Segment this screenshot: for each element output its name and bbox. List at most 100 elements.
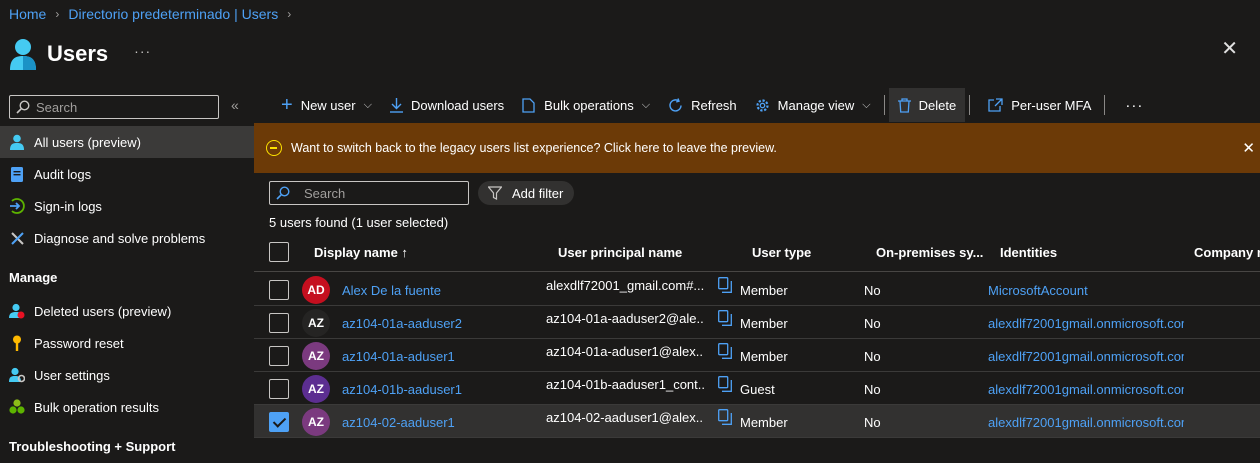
user-principal-name: az104-01b-aaduser1_cont...: [546, 377, 704, 392]
delete-button[interactable]: Delete: [888, 88, 966, 122]
per-user-mfa-button[interactable]: Per-user MFA: [974, 88, 1100, 122]
close-icon[interactable]: ✕: [1242, 139, 1255, 157]
gear-icon: [755, 98, 770, 113]
table-header: Display name ↑ User principal name User …: [254, 236, 1260, 272]
sidebar-item-label: Deleted users (preview): [34, 303, 172, 319]
sidebar-item-deleted-users[interactable]: Deleted users (preview): [0, 295, 254, 327]
select-all-checkbox[interactable]: [269, 242, 289, 262]
copy-icon[interactable]: [718, 343, 732, 359]
copy-icon[interactable]: [718, 376, 732, 392]
row-checkbox[interactable]: [269, 412, 289, 432]
search-icon: [276, 186, 290, 200]
sidebar-item-diagnose[interactable]: Diagnose and solve problems: [0, 222, 254, 254]
refresh-label: Refresh: [691, 97, 737, 113]
user-settings-icon: [9, 367, 25, 383]
table-row[interactable]: AZ az104-01a-aduser1 az104-01a-aduser1@ale…: [254, 339, 1260, 372]
more-commands-button[interactable]: ···: [1109, 88, 1152, 122]
new-user-button[interactable]: + New user ⌵: [254, 88, 381, 122]
breadcrumb-home[interactable]: Home: [9, 6, 46, 22]
avatar: AZ: [302, 408, 330, 436]
column-on-premises-sync[interactable]: On-premises sy...: [876, 245, 983, 260]
on-premises-sync: No: [864, 415, 881, 430]
row-checkbox[interactable]: [269, 379, 289, 399]
sidebar-item-label: All users (preview): [34, 134, 141, 150]
more-options-button[interactable]: ···: [134, 43, 151, 59]
avatar: AD: [302, 276, 330, 304]
sidebar-search[interactable]: [9, 95, 219, 119]
sidebar-item-label: Audit logs: [34, 166, 92, 182]
identities-link[interactable]: MicrosoftAccount: [988, 283, 1184, 298]
collapse-sidebar-icon[interactable]: «: [231, 97, 239, 113]
user-principal-name: alexdlf72001_gmail.com#...: [546, 278, 704, 293]
identities-link[interactable]: alexdlf72001gmail.onmicrosoft.com: [988, 382, 1184, 397]
sidebar-item-user-settings[interactable]: User settings: [0, 359, 254, 391]
users-search-input[interactable]: [304, 185, 464, 201]
warning-icon: [266, 140, 282, 156]
external-link-icon: [988, 98, 1003, 112]
per-user-mfa-label: Per-user MFA: [1011, 97, 1092, 113]
sidebar-item-audit-logs[interactable]: Audit logs: [0, 158, 254, 190]
identities-link[interactable]: alexdlf72001gmail.onmicrosoft.com: [988, 415, 1184, 430]
bulk-operations-button[interactable]: Bulk operations ⌵: [513, 88, 659, 122]
identities-link[interactable]: alexdlf72001gmail.onmicrosoft.com: [988, 316, 1184, 331]
avatar: AZ: [302, 342, 330, 370]
column-identities[interactable]: Identities: [1000, 245, 1057, 260]
trash-icon: [897, 97, 911, 113]
copy-icon[interactable]: [718, 277, 732, 293]
display-name-link[interactable]: az104-02-aaduser1: [342, 415, 455, 430]
banner-text[interactable]: Want to switch back to the legacy users …: [291, 141, 777, 155]
table-row[interactable]: AZ az104-02-aaduser1 az104-02-aaduser1@ale…: [254, 405, 1260, 438]
table-row[interactable]: AZ az104-01a-aaduser2 az104-01a-aaduser2@a…: [254, 306, 1260, 339]
copy-icon[interactable]: [718, 310, 732, 326]
sidebar-item-label: User settings: [34, 367, 110, 383]
sign-in-icon: [9, 198, 25, 214]
table-row[interactable]: AZ az104-01b-aaduser1 az104-01b-aaduser1_c…: [254, 372, 1260, 405]
sidebar-item-bulk-results[interactable]: Bulk operation results: [0, 391, 254, 423]
row-checkbox[interactable]: [269, 346, 289, 366]
column-display-name[interactable]: Display name ↑: [314, 245, 408, 260]
sidebar-item-all-users[interactable]: All users (preview): [0, 126, 254, 158]
bulk-results-icon: [9, 399, 25, 415]
manage-heading: Manage: [9, 270, 58, 285]
row-checkbox[interactable]: [269, 280, 289, 300]
audit-log-icon: [9, 166, 25, 182]
identities-link[interactable]: alexdlf72001gmail.onmicrosoft.com: [988, 349, 1184, 364]
users-search[interactable]: [269, 181, 469, 205]
download-users-label: Download users: [410, 97, 505, 113]
row-checkbox[interactable]: [269, 313, 289, 333]
user-icon: [9, 134, 25, 150]
sidebar-item-password-reset[interactable]: Password reset: [0, 327, 254, 359]
bulk-operations-label: Bulk operations: [544, 97, 634, 113]
add-filter-button[interactable]: Add filter: [478, 181, 574, 205]
toolbar-divider: [969, 95, 971, 115]
user-type: Member: [740, 349, 788, 364]
sidebar-item-sign-in-logs[interactable]: Sign-in logs: [0, 190, 254, 222]
bulk-operations-icon: [522, 97, 536, 113]
column-user-type[interactable]: User type: [752, 245, 811, 260]
refresh-button[interactable]: Refresh: [659, 88, 746, 122]
display-name-link[interactable]: az104-01a-aduser1: [342, 349, 455, 364]
close-icon[interactable]: ✕: [1221, 36, 1238, 61]
sidebar-item-label: Diagnose and solve problems: [34, 230, 206, 246]
table-row[interactable]: AD Alex De la fuente alexdlf72001_gmail.co…: [254, 273, 1260, 306]
breadcrumb-directory[interactable]: Directorio predeterminado | Users: [68, 6, 278, 22]
key-icon: [9, 335, 25, 351]
preview-banner[interactable]: Want to switch back to the legacy users …: [254, 123, 1260, 173]
column-company-name[interactable]: Company n: [1194, 245, 1260, 260]
on-premises-sync: No: [864, 316, 881, 331]
download-users-button[interactable]: Download users: [381, 88, 513, 122]
display-name-link[interactable]: az104-01a-aaduser2: [342, 316, 462, 331]
chevron-down-icon: ⌵: [363, 98, 372, 111]
display-name-link[interactable]: az104-01b-aaduser1: [342, 382, 462, 397]
support-heading: Troubleshooting + Support: [9, 439, 176, 454]
user-type: Guest: [740, 382, 775, 397]
column-user-principal-name[interactable]: User principal name: [558, 245, 682, 260]
manage-view-label: Manage view: [777, 97, 855, 113]
manage-view-button[interactable]: Manage view ⌵: [746, 88, 880, 122]
sidebar-search-input[interactable]: [36, 99, 206, 115]
display-name-link[interactable]: Alex De la fuente: [342, 283, 441, 298]
results-summary: 5 users found (1 user selected): [269, 215, 449, 230]
page-header: Users ···: [9, 34, 151, 74]
copy-icon[interactable]: [718, 409, 732, 425]
avatar: AZ: [302, 309, 330, 337]
